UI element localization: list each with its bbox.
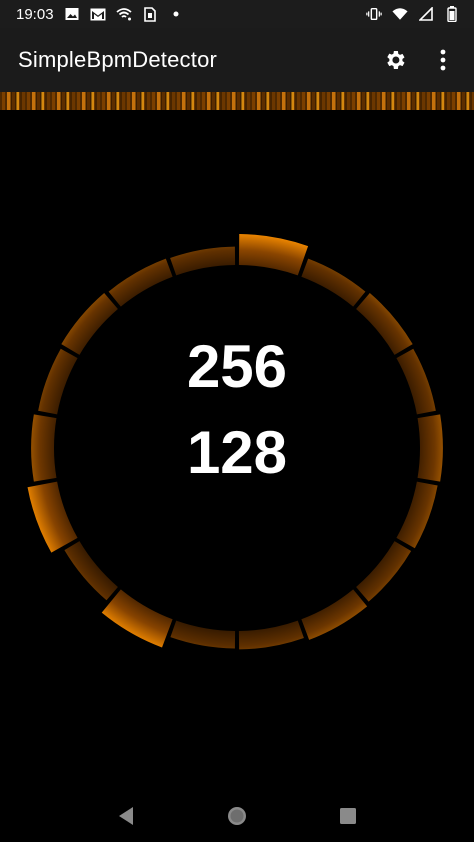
settings-button[interactable]: [382, 47, 408, 73]
navigation-bar: [0, 790, 474, 842]
image-icon: [64, 6, 80, 22]
ring-segment: [356, 541, 412, 602]
waveform-strip: [0, 92, 474, 110]
bpm-meter: 256 128: [0, 110, 474, 790]
more-options-button[interactable]: [430, 47, 456, 73]
ring-segment: [170, 246, 236, 276]
status-right: [366, 6, 460, 22]
ring-segment: [108, 258, 173, 307]
wifi-call-icon: [115, 6, 132, 22]
ring-segment: [64, 541, 118, 601]
gmail-icon: [90, 6, 106, 22]
status-time: 19:03: [16, 5, 54, 23]
vibrate-icon: [366, 6, 382, 22]
app-title: SimpleBpmDetector: [18, 47, 218, 72]
bpm-secondary-value: 128: [186, 419, 288, 486]
ring-segment: [301, 589, 368, 640]
battery-icon: [444, 6, 460, 22]
ring-segment: [27, 481, 78, 553]
back-button[interactable]: [106, 796, 146, 836]
signal-icon: [418, 6, 434, 22]
app-bar: SimpleBpmDetector: [0, 28, 474, 92]
ring-segment: [238, 620, 304, 650]
gear-icon: [387, 51, 405, 69]
sim-icon: [142, 6, 158, 22]
home-button[interactable]: [217, 796, 257, 836]
back-icon: [118, 807, 133, 825]
bpm-primary-value: 256: [186, 333, 288, 400]
more-vert-icon: [440, 49, 446, 71]
status-bar: 19:03: [0, 0, 474, 28]
wifi-icon: [392, 6, 408, 22]
status-left: 19:03: [16, 6, 184, 23]
home-icon: [227, 807, 246, 825]
dot-icon: [168, 6, 184, 22]
ring-segment: [301, 258, 366, 307]
ring-segment: [238, 234, 309, 276]
ring-segment: [101, 589, 173, 648]
ring-segment: [396, 481, 438, 549]
app-actions: [382, 47, 456, 73]
ring-segment: [170, 620, 236, 649]
recents-button[interactable]: [328, 796, 368, 836]
recents-icon: [340, 808, 357, 824]
